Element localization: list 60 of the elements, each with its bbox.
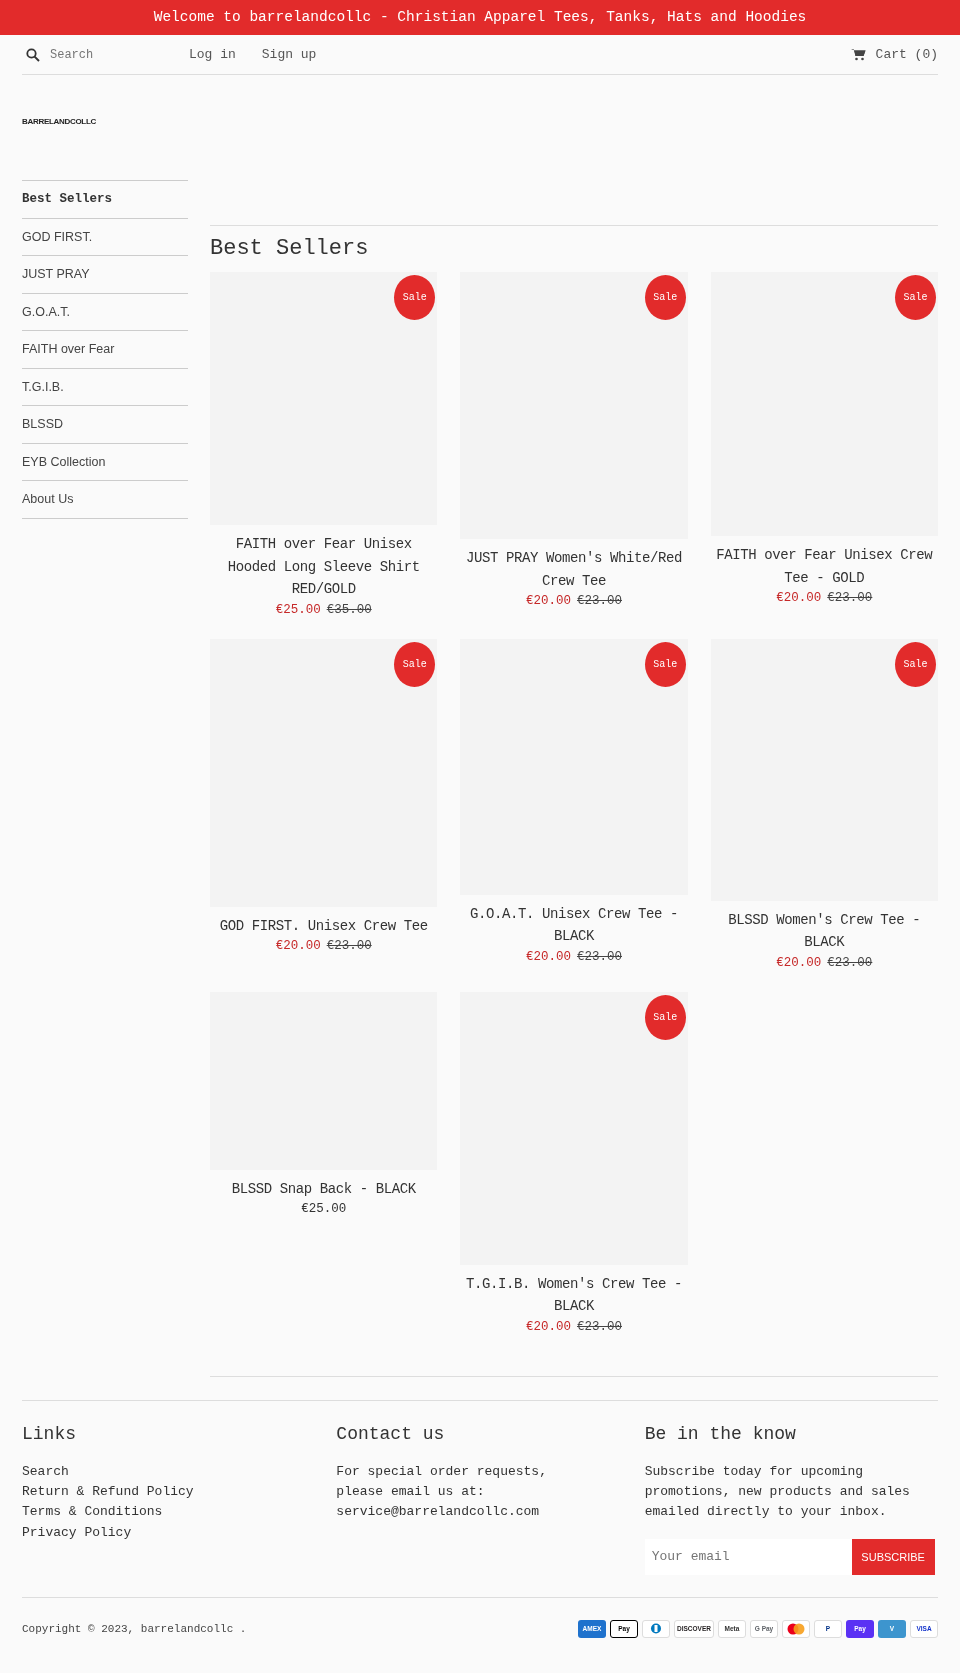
sale-badge: Sale <box>394 275 436 321</box>
compare-price: €23.00 <box>326 939 372 954</box>
contact-text: For special order requests, please email us at: service@barrelandcollc.com <box>336 1462 548 1522</box>
cart-icon[interactable] <box>850 48 866 61</box>
product-title[interactable]: JUST PRAY Women's White/Red Crew Tee <box>460 547 688 593</box>
price: €20.00 <box>776 955 822 970</box>
sale-badge: Sale <box>895 641 936 687</box>
copyright-text: Copyright © 2023, barrelandcollc . <box>22 1621 247 1637</box>
footer-link[interactable]: Return & Refund Policy <box>22 1482 328 1503</box>
product-title[interactable]: G.O.A.T. Unisex Crew Tee - BLACK <box>460 902 688 948</box>
announcement-bar: Welcome to barrelandcollc - Christian Apparel Tees, Tanks, Hats and Hoodies <box>0 0 960 35</box>
sale-badge: Sale <box>644 275 686 321</box>
compare-price: €23.00 <box>577 594 622 609</box>
signup-link[interactable]: Sign up <box>261 44 317 65</box>
search-icon[interactable] <box>26 47 40 62</box>
sidebar-link[interactable]: G.O.A.T. <box>22 292 188 330</box>
footer-link[interactable]: Terms & Conditions <box>22 1502 328 1523</box>
subscribe-button[interactable]: SUBSCRIBE <box>851 1538 935 1575</box>
search-field[interactable]: Search <box>40 45 180 64</box>
product-title[interactable]: BLSSD Snap Back - BLACK <box>210 1177 438 1201</box>
login-link[interactable]: Log in <box>189 44 236 65</box>
sidebar-link[interactable]: GOD FIRST. <box>22 217 188 255</box>
sale-badge: Sale <box>644 641 686 687</box>
price: €20.00 <box>776 591 822 606</box>
footer-link[interactable]: Privacy Policy <box>22 1522 328 1544</box>
sidebar-link[interactable]: About Us <box>22 480 188 518</box>
product-title[interactable]: BLSSD Women's Crew Tee - BLACK <box>710 908 938 954</box>
sale-badge: Sale <box>644 994 686 1040</box>
compare-price: €23.00 <box>827 955 873 970</box>
sidebar-link[interactable]: Best Sellers <box>22 180 188 218</box>
price: €20.00 <box>275 939 321 954</box>
price: €20.00 <box>525 594 571 609</box>
footer-heading: Links <box>22 1422 77 1446</box>
sale-badge: Sale <box>895 275 936 321</box>
product-title[interactable]: FAITH over Fear Unisex Hooded Long Sleeve Shirt RED/GOLD <box>210 533 438 601</box>
compare-price: €23.00 <box>827 591 873 606</box>
product-title[interactable]: GOD FIRST. Unisex Crew Tee <box>210 914 438 938</box>
email-field[interactable]: Your email <box>644 1538 852 1575</box>
price: €20.00 <box>525 1319 571 1334</box>
product-title[interactable]: FAITH over Fear Unisex Crew Tee - GOLD <box>710 544 938 590</box>
price: €25.00 <box>301 1202 347 1217</box>
compare-price: €23.00 <box>577 1319 622 1334</box>
newsletter-text: Subscribe today for upcoming promotions, new products and sales emailed directly to your inbox. <box>644 1462 911 1522</box>
logo[interactable]: BARRELANDCOLLC <box>22 116 96 128</box>
price: €25.00 <box>275 602 321 617</box>
product-title[interactable]: T.G.I.B. Women's Crew Tee - BLACK <box>460 1272 688 1318</box>
sale-badge: Sale <box>394 641 436 687</box>
sidebar-link[interactable]: JUST PRAY <box>22 255 188 293</box>
sidebar-link[interactable]: T.G.I.B. <box>22 367 188 405</box>
compare-price: €35.00 <box>326 602 372 617</box>
footer-heading: Contact us <box>336 1422 446 1446</box>
footer-heading: Be in the know <box>644 1422 797 1446</box>
sidebar-link[interactable]: FAITH over Fear <box>22 330 188 368</box>
sidebar-link[interactable]: BLSSD <box>22 405 188 443</box>
compare-price: €23.00 <box>577 949 622 964</box>
sidebar-link[interactable]: EYB Collection <box>22 442 188 480</box>
cart-link[interactable]: Cart (0) <box>875 44 938 65</box>
footer-link[interactable]: Search <box>22 1461 328 1483</box>
price: €20.00 <box>525 949 571 964</box>
collection-title: Best Sellers <box>210 225 938 263</box>
